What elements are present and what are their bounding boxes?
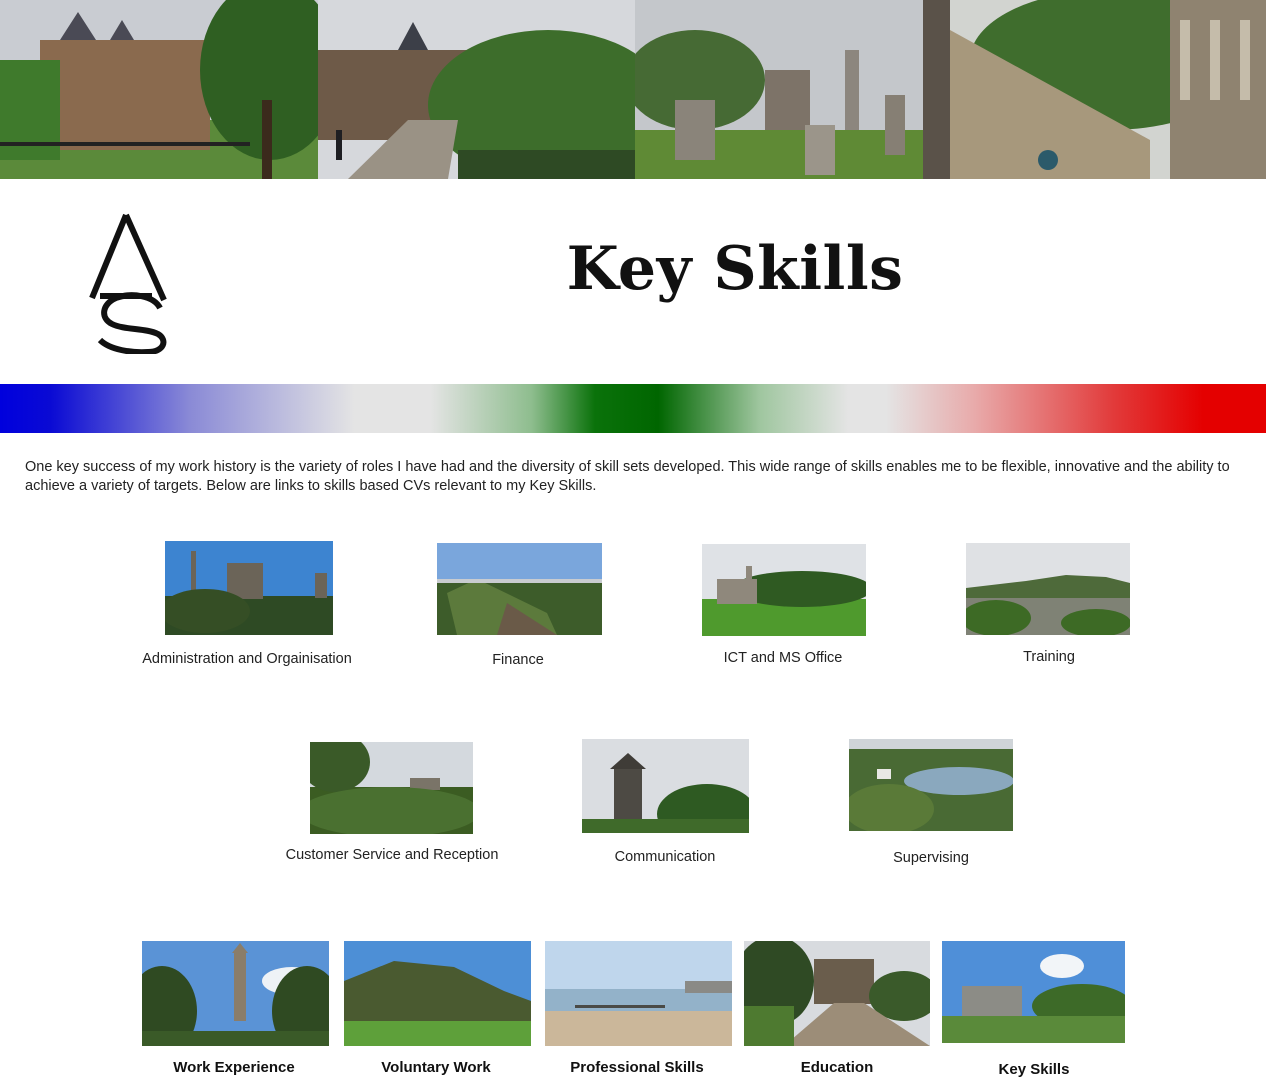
nav-label-education[interactable]: Education [801,1059,874,1076]
arthurs-seat-thumbnail[interactable] [344,941,531,1046]
victorian-building-photo [0,0,318,179]
as-logo[interactable] [88,212,168,354]
skill-label-customer-service[interactable]: Customer Service and Reception [286,847,499,863]
loch-view-thumbnail[interactable] [849,739,1013,831]
cliff-ridge-thumbnail[interactable] [437,543,602,635]
park-lawn-thumbnail[interactable] [702,544,866,636]
skill-label-training[interactable]: Training [1023,649,1075,665]
skill-label-supervising[interactable]: Supervising [893,850,969,866]
nav-label-professional-skills[interactable]: Professional Skills [570,1059,703,1076]
nav-label-work-experience[interactable]: Work Experience [173,1059,294,1076]
page-title: Key Skills [566,234,904,304]
hill-monument-thumbnail[interactable] [310,742,473,834]
stone-stairway-photo [950,0,1266,179]
skill-label-communication[interactable]: Communication [615,849,716,865]
parliament-thumbnail[interactable] [942,941,1125,1043]
calton-hill-tower-thumbnail[interactable] [142,941,329,1046]
graveyard-photo [635,0,950,179]
skill-label-finance[interactable]: Finance [492,652,544,668]
old-town-street-photo [318,0,635,179]
nav-label-voluntary-work[interactable]: Voluntary Work [381,1059,490,1076]
skill-label-administration[interactable]: Administration and Orgainisation [142,651,352,667]
tricolour-divider [0,384,1266,433]
city-view-thumbnail[interactable] [966,543,1130,635]
intro-paragraph: One key success of my work history is th… [25,459,1230,494]
nav-label-key-skills[interactable]: Key Skills [999,1061,1070,1078]
beach-thumbnail[interactable] [545,941,732,1046]
skill-label-ict[interactable]: ICT and MS Office [724,650,843,666]
burns-monument-thumbnail[interactable] [582,739,749,833]
campus-path-thumbnail[interactable] [744,941,930,1046]
header-banner [0,0,1266,179]
castle-hill-thumbnail[interactable] [165,541,333,635]
